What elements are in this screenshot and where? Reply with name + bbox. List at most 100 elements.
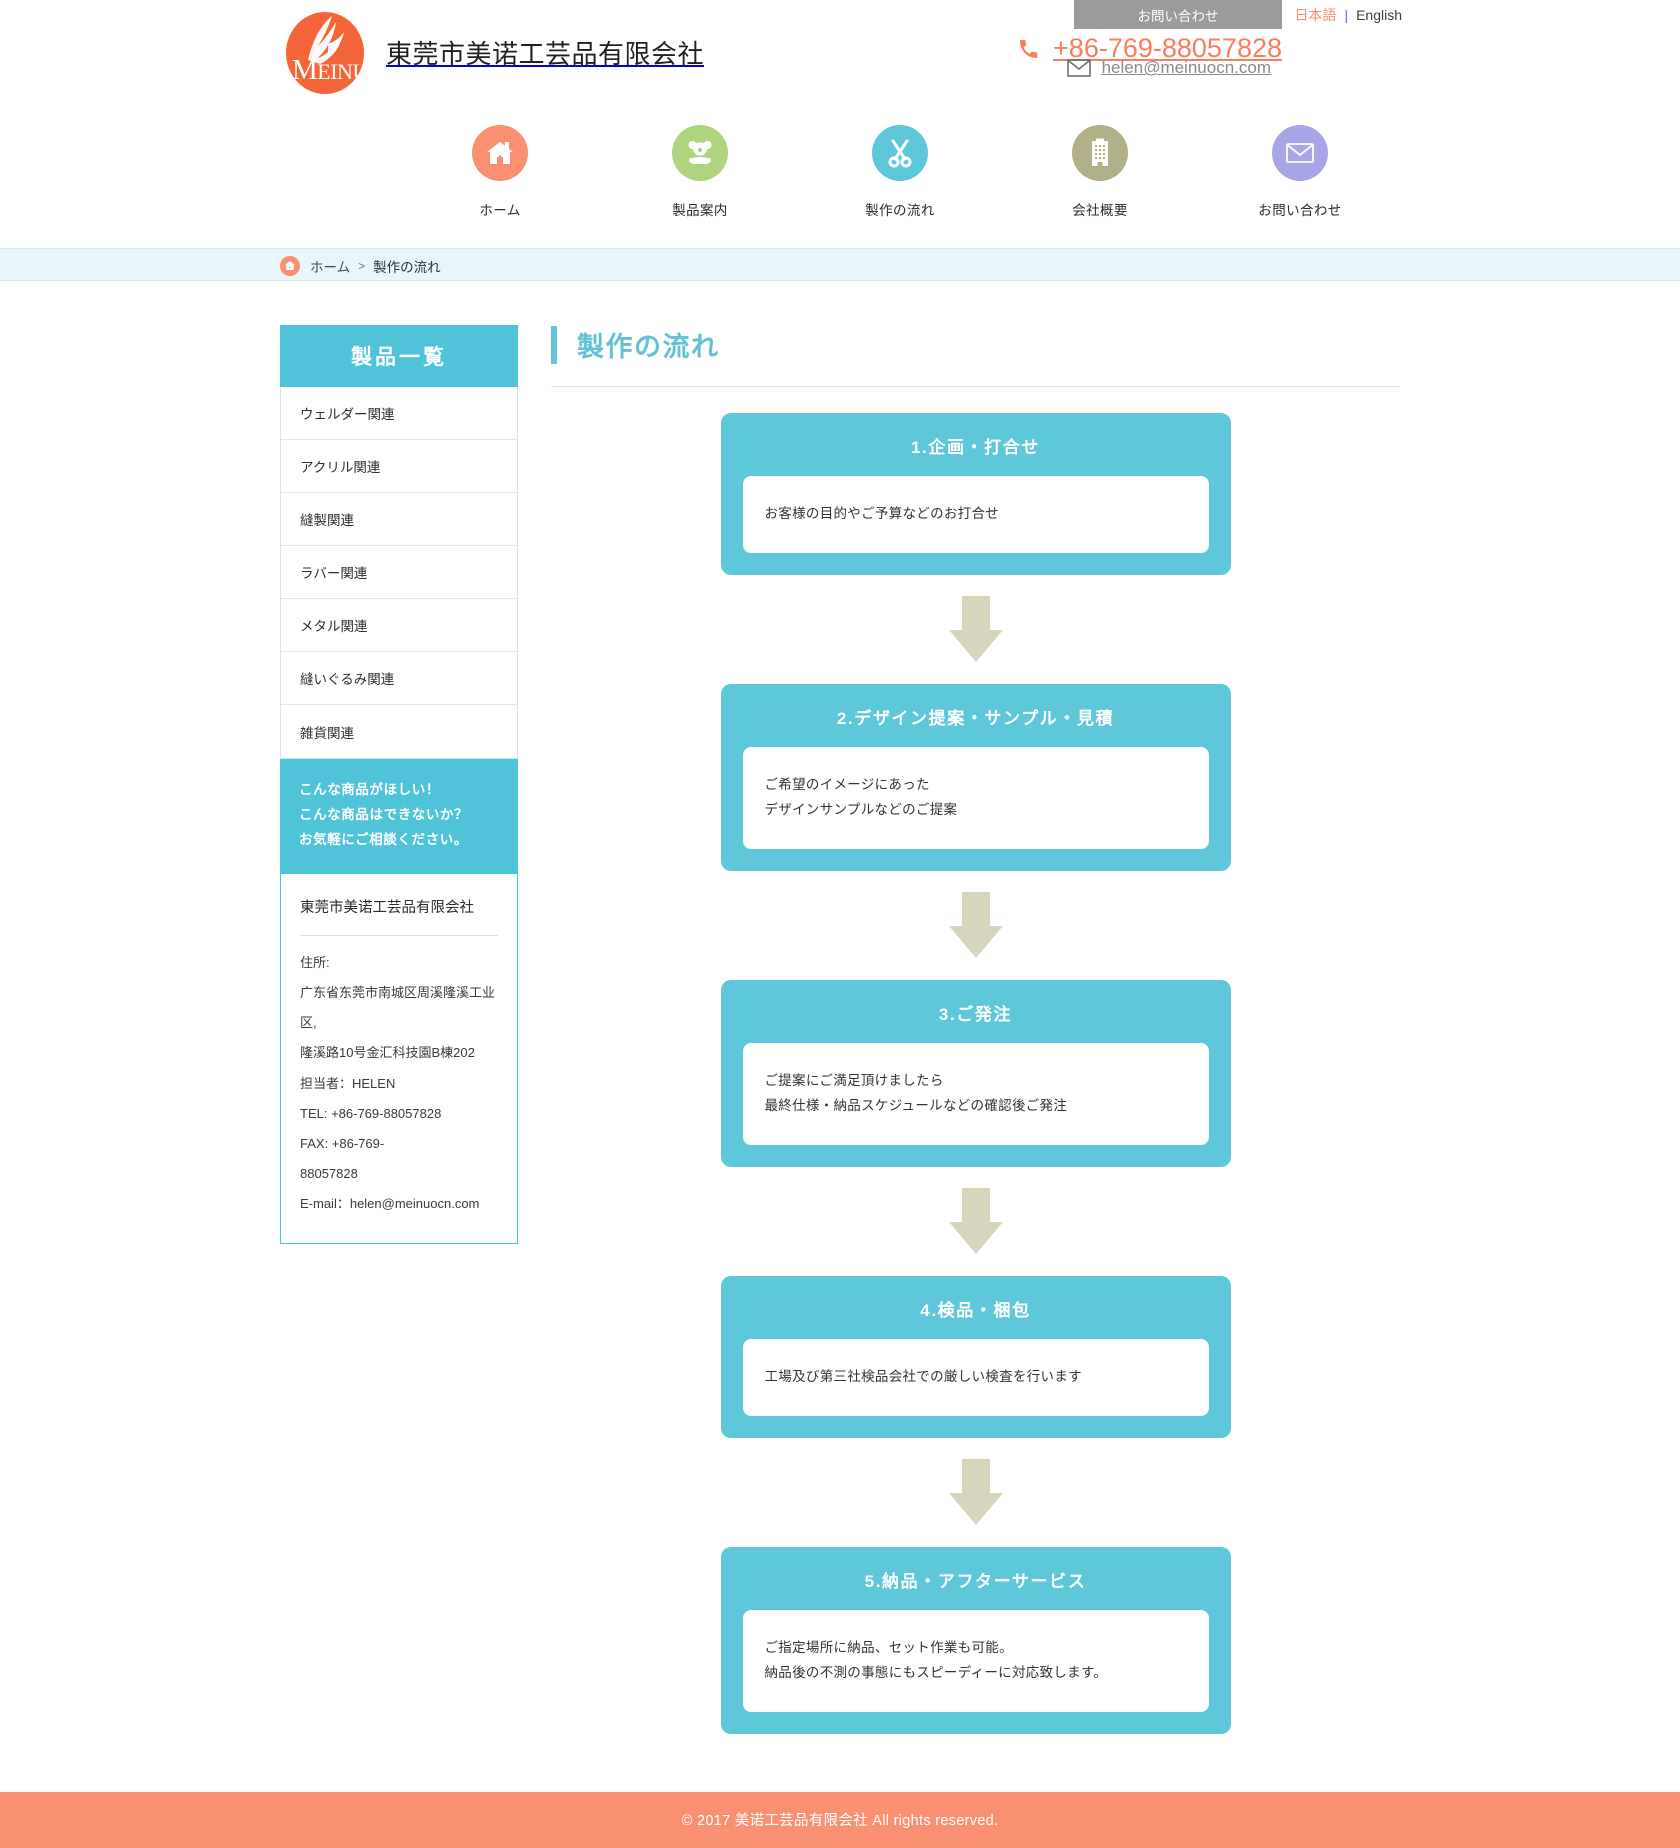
nav-item-company[interactable]: 会社概要 [1000, 125, 1200, 219]
sidebar-item-label: ウェルダー関連 [300, 407, 395, 422]
sidebar-item-acrylic[interactable]: アクリル関連 [281, 440, 517, 493]
down-arrow-icon [948, 595, 1003, 662]
lang-separator: | [1344, 7, 1349, 23]
nav-label-company: 会社概要 [1072, 203, 1128, 218]
breadcrumb: ホーム > 製作の流れ [270, 249, 1410, 282]
flow-step-1-title: 1.企画・打合せ [911, 438, 1040, 457]
sidebar-info-address-2: 隆溪路10号金汇科技園B棟202 [300, 1045, 475, 1061]
flow-step-2-line-2: デザインサンプルなどのご提案 [764, 801, 958, 817]
company-name-header: 東莞市美诺工芸品有限会社 [386, 38, 705, 69]
down-arrow-icon [948, 1187, 1003, 1254]
sidebar-company-name: 東莞市美诺工芸品有限会社 [300, 896, 498, 936]
lang-english[interactable]: English [1356, 7, 1402, 23]
language-switcher[interactable]: 日本語 | English [1294, 5, 1402, 25]
nav-item-home[interactable]: ホーム [400, 125, 600, 219]
sidebar-item-rubber[interactable]: ラバー関連 [281, 546, 517, 599]
flow-step-5-body: ご指定場所に納品、セット作業も可能。 納品後の不測の事態にもスピーディーに対応致… [742, 1609, 1209, 1712]
contact-button[interactable]: お問い合わせ [1074, 0, 1282, 29]
sidebar-item-label: メタル関連 [300, 619, 368, 634]
footer-copyright: © 2017 美诺工芸品有限会社 All rights reserved. [681, 1813, 999, 1830]
sidebar: 製品一覧 ウェルダー関連 アクリル関連 縫製関連 ラバー関連 メタル関連 縫いぐ… [280, 325, 518, 1245]
home-icon [472, 125, 528, 181]
nav-item-contact[interactable]: お問い合わせ [1200, 125, 1400, 219]
sidebar-info-address-1: 广东省东莞市南城区周溪隆溪工业区, [300, 985, 496, 1031]
page-title-block: 製作の流れ [551, 325, 1400, 387]
sidebar-item-sewing[interactable]: 縫製関連 [281, 493, 517, 546]
page-title: 製作の流れ [577, 332, 720, 362]
flow-step-1: 1.企画・打合せ お客様の目的やご予算などのお打合せ [720, 413, 1231, 575]
sidebar-item-sundries[interactable]: 雑貨関連 [281, 705, 517, 758]
main-navigation: ホーム 製品案内 製作の流れ 会社概要 お問い合わせ [400, 125, 1400, 219]
cta-line-1: こんな商品がほしい！ [299, 782, 440, 797]
sidebar-company-info: 東莞市美诺工芸品有限会社 住所: 广东省东莞市南城区周溪隆溪工业区, 隆溪路10… [280, 873, 518, 1245]
logo-wordmark: MEINUO [292, 54, 384, 86]
nav-label-contact: お問い合わせ [1258, 203, 1342, 218]
flow-step-2-line-1: ご希望のイメージにあった [764, 776, 930, 792]
nav-label-products: 製品案内 [672, 203, 728, 218]
breadcrumb-bar: ホーム > 製作の流れ [0, 248, 1680, 281]
sidebar-item-label: 縫製関連 [300, 513, 354, 528]
page-body: 製品一覧 ウェルダー関連 アクリル関連 縫製関連 ラバー関連 メタル関連 縫いぐ… [270, 281, 1410, 1734]
teddy-bear-icon [672, 125, 728, 181]
nav-item-products[interactable]: 製品案内 [600, 125, 800, 219]
sidebar-heading: 製品一覧 [280, 325, 518, 387]
sidebar-item-label: 雑貨関連 [300, 725, 354, 741]
sidebar-info-fax-1: FAX: +86-769- [300, 1135, 385, 1151]
building-icon [1072, 125, 1128, 181]
header-email-link[interactable]: helen@meinuocn.com [1066, 58, 1271, 78]
flow-step-5-line-1: ご指定場所に納品、セット作業も可能。 [764, 1639, 1013, 1655]
flow-step-2: 2.デザイン提案・サンプル・見積 ご希望のイメージにあった デザインサンプルなど… [720, 683, 1231, 871]
sidebar-category-list: ウェルダー関連 アクリル関連 縫製関連 ラバー関連 メタル関連 縫いぐるみ関連 … [280, 387, 518, 759]
sidebar-info-tel: TEL: +86-769-88057828 [300, 1105, 442, 1121]
flow-step-1-body: お客様の目的やご予算などのお打合せ [742, 476, 1209, 553]
sidebar-item-welder[interactable]: ウェルダー関連 [281, 387, 517, 440]
flow-step-4: 4.検品・梱包 工場及び第三社検品会社での厳しい検査を行います [720, 1275, 1231, 1438]
flow-step-3-line-2: 最終仕様・納品スケジュールなどの確認後ご発注 [764, 1097, 1068, 1113]
sidebar-info-fax-2: 88057828 [300, 1166, 358, 1181]
down-arrow-icon [948, 891, 1003, 958]
flow-step-3-body: ご提案にご満足頂けましたら 最終仕様・納品スケジュールなどの確認後ご発注 [742, 1042, 1209, 1145]
flow-step-3-line-1: ご提案にご満足頂けましたら [764, 1072, 944, 1088]
home-icon [280, 255, 300, 276]
flow-step-5-title: 5.納品・アフターサービス [864, 1571, 1087, 1591]
nav-label-flow: 製作の流れ [865, 203, 935, 218]
down-arrow-icon [948, 1458, 1003, 1525]
breadcrumb-current: 製作の流れ [373, 259, 441, 275]
sidebar-item-metal[interactable]: メタル関連 [281, 599, 517, 652]
sidebar-info-contact-person: 担当者：HELEN [300, 1075, 396, 1091]
production-flow-list: 1.企画・打合せ お客様の目的やご予算などのお打合せ 2.デザイン提案・サンプル… [551, 387, 1400, 1734]
scissors-icon [872, 125, 928, 181]
flow-step-5-line-2: 納品後の不測の事態にもスピーディーに対応致します。 [764, 1664, 1108, 1680]
header-email-text: helen@meinuocn.com [1101, 58, 1271, 77]
brand-logo-link[interactable]: MEINUO 東莞市美诺工芸品有限会社 [280, 6, 704, 98]
envelope-icon [1066, 59, 1091, 77]
flow-step-2-body: ご希望のイメージにあった デザインサンプルなどのご提案 [742, 746, 1209, 849]
flow-step-4-body: 工場及び第三社検品会社での厳しい検査を行います [742, 1338, 1209, 1416]
flow-step-2-title: 2.デザイン提案・サンプル・見積 [836, 708, 1115, 728]
sidebar-info-email: E-mail：helen@meinuocn.com [300, 1196, 480, 1212]
sidebar-cta-banner[interactable]: こんな商品がほしい！ こんな商品はできないか？ お気軽にご相談ください。 [280, 759, 518, 874]
cta-line-2: こんな商品はできないか？ [299, 806, 469, 822]
flow-step-3: 3.ご発注 ご提案にご満足頂けましたら 最終仕様・納品スケジュールなどの確認後ご… [720, 979, 1231, 1167]
breadcrumb-separator: > [358, 258, 366, 273]
sidebar-item-plush[interactable]: 縫いぐるみ関連 [281, 652, 517, 705]
phone-icon [1017, 37, 1041, 61]
sidebar-info-address-label: 住所: [300, 954, 330, 970]
sidebar-item-label: ラバー関連 [300, 566, 368, 581]
flow-step-5: 5.納品・アフターサービス ご指定場所に納品、セット作業も可能。 納品後の不測の… [720, 1546, 1231, 1734]
site-footer: © 2017 美诺工芸品有限会社 All rights reserved. [0, 1791, 1680, 1848]
flow-step-3-title: 3.ご発注 [938, 1004, 1013, 1024]
cta-line-3: お気軽にご相談ください。 [299, 831, 468, 847]
envelope-icon [1272, 125, 1328, 181]
lang-japanese[interactable]: 日本語 [1294, 7, 1336, 23]
sidebar-item-label: アクリル関連 [300, 460, 381, 475]
sidebar-item-label: 縫いぐるみ関連 [300, 672, 395, 687]
nav-item-flow[interactable]: 製作の流れ [800, 125, 1000, 219]
flow-step-4-title: 4.検品・梱包 [920, 1300, 1031, 1320]
flow-step-1-line-1: お客様の目的やご予算などのお打合せ [764, 506, 1000, 521]
site-header: MEINUO 東莞市美诺工芸品有限会社 お問い合わせ 日本語 | English +… [0, 0, 1680, 248]
flow-step-4-line-1: 工場及び第三社検品会社での厳しい検査を行います [764, 1368, 1082, 1384]
nav-label-home: ホーム [479, 203, 521, 218]
breadcrumb-home[interactable]: ホーム [310, 256, 350, 276]
meinuo-logo-mark: MEINUO [280, 6, 384, 98]
